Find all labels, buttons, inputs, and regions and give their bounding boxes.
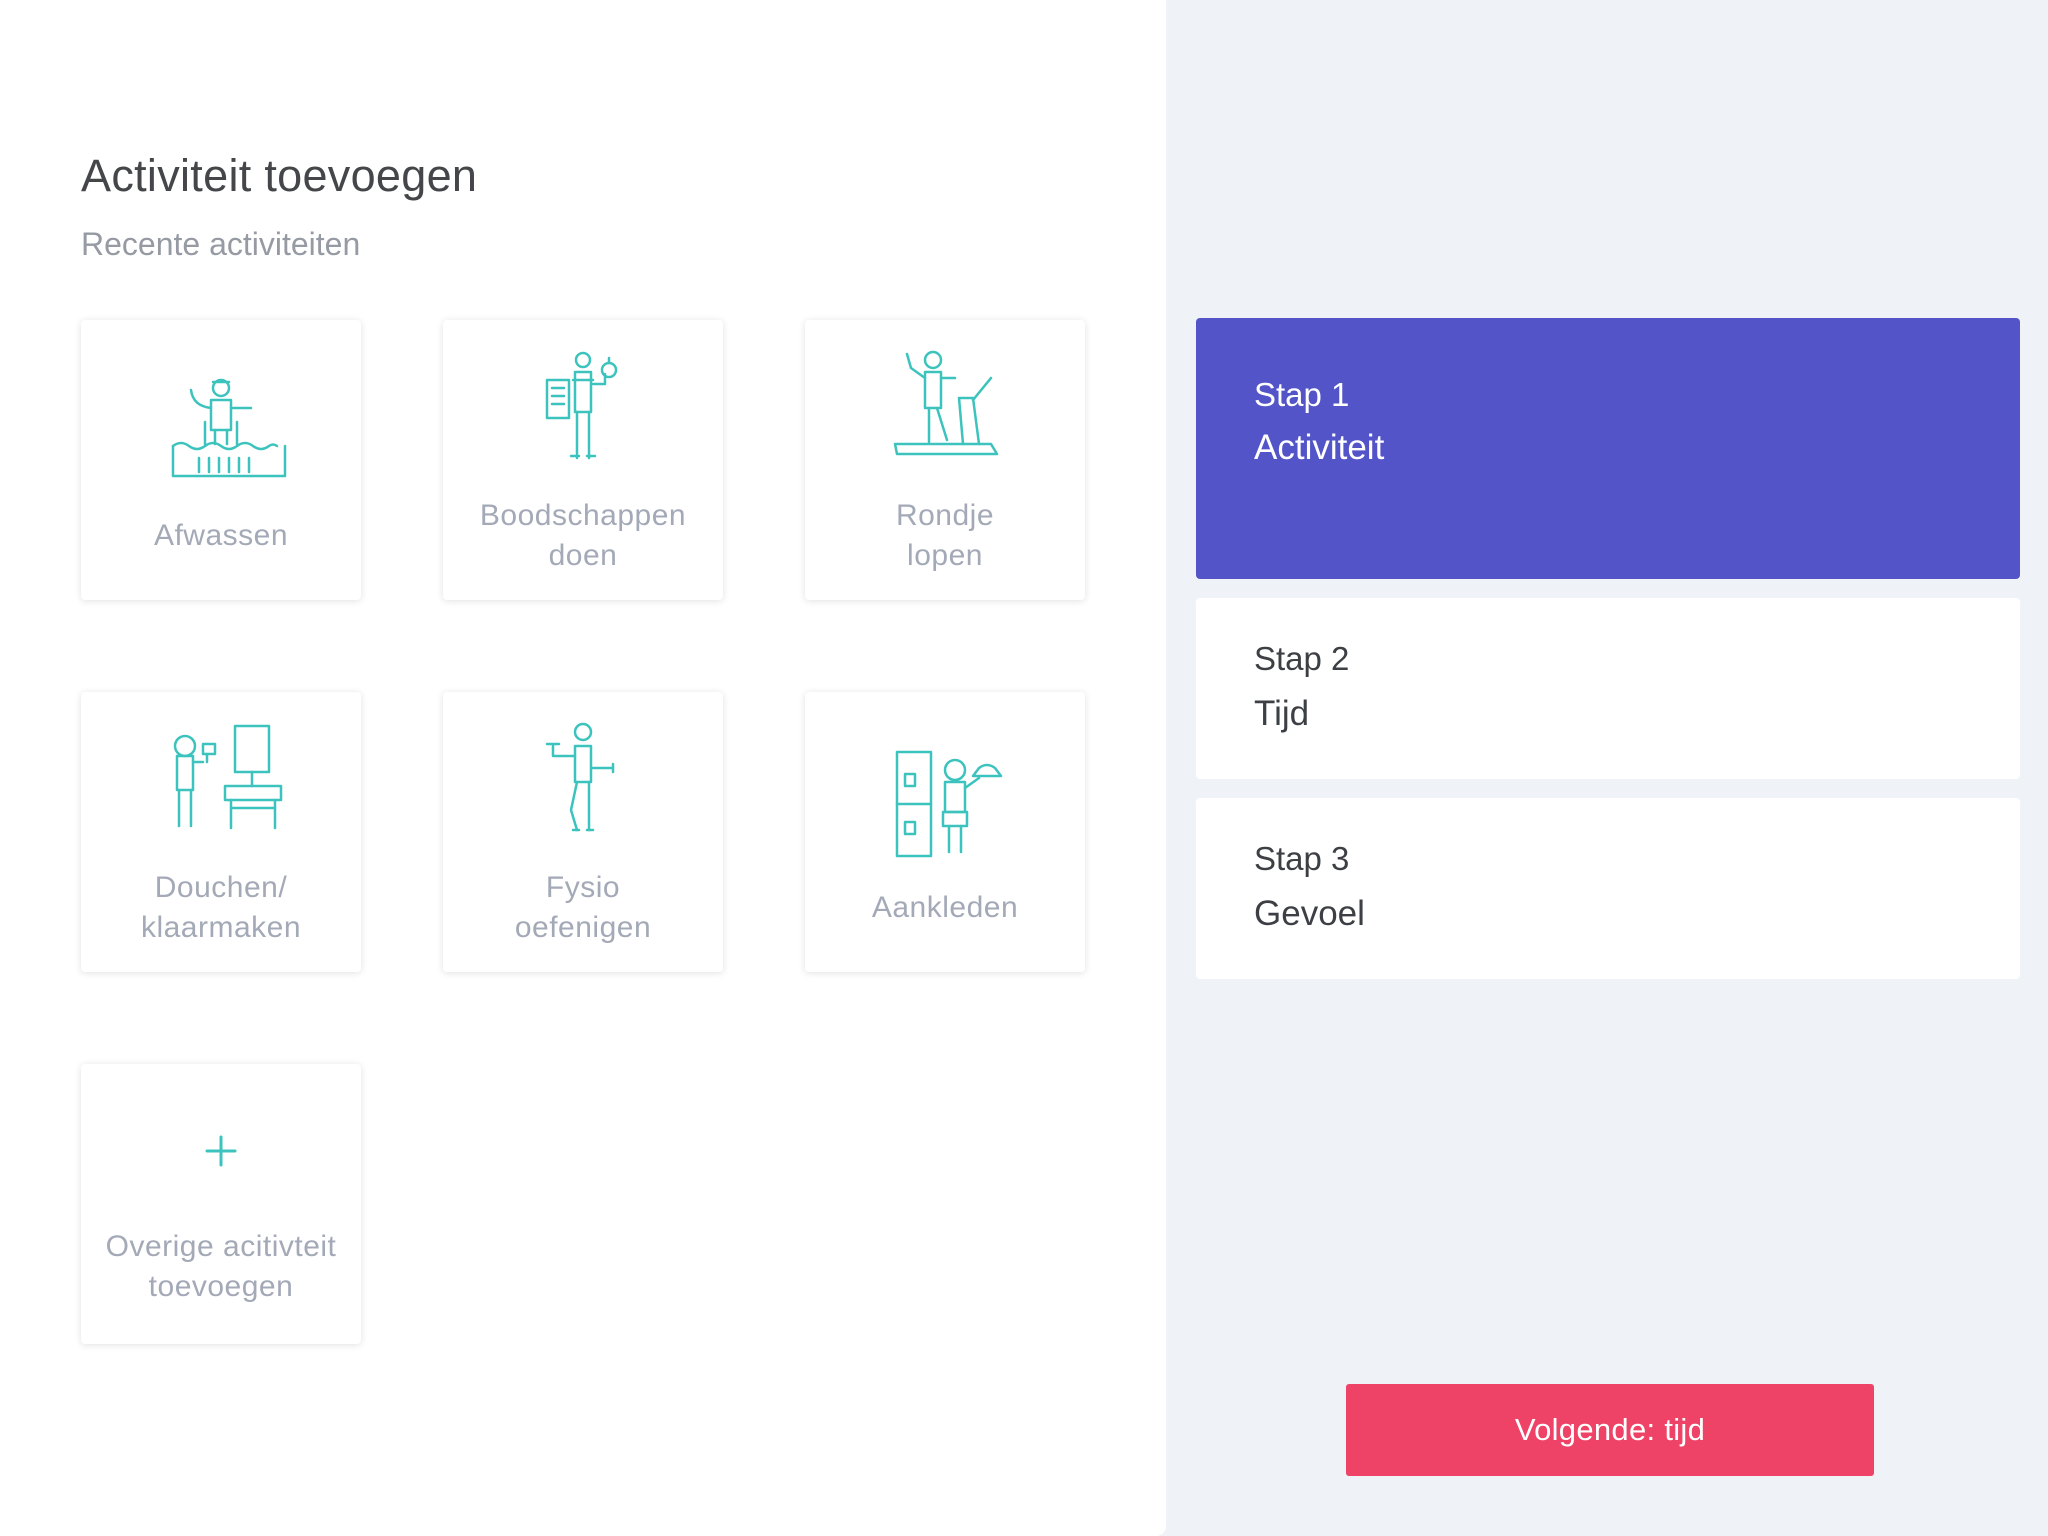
section-subtitle: Recente activiteiten (81, 226, 361, 262)
step-name: Activiteit (1254, 428, 1385, 467)
activity-label: Aankleden (871, 891, 1019, 924)
activity-tile-rondje-lopen[interactable]: Rondje lopen (805, 320, 1085, 600)
step-1-activiteit[interactable]: Stap 1 Activiteit (1196, 318, 2020, 579)
activity-panel: Activiteit toevoegen Recente activiteite… (0, 0, 1166, 1536)
next-time-button[interactable]: Volgende: tijd (1346, 1384, 1874, 1476)
activity-tile-douchen-klaarmaken[interactable]: Douchen/ klaarmaken (81, 692, 361, 972)
activity-label: Douchen/ klaarmaken (140, 871, 302, 944)
activity-label: Rondje lopen (895, 499, 995, 572)
page-title: Activiteit toevoegen (81, 150, 478, 201)
activity-label: Boodschappen doen (479, 499, 687, 572)
step-name: Tijd (1254, 694, 1310, 733)
activity-tile-afwassen[interactable]: Afwassen (81, 320, 361, 600)
physio-exercise-icon (513, 716, 653, 856)
step-number: Stap 3 (1254, 840, 1350, 877)
add-other-activity-tile[interactable]: Overige acitivteit toevoegen (81, 1064, 361, 1344)
step-3-gevoel[interactable]: Stap 3 Gevoel (1196, 798, 2020, 979)
activity-tile-boodschappen-doen[interactable]: Boodschappen doen (443, 320, 723, 600)
step-2-tijd[interactable]: Stap 2 Tijd (1196, 598, 2020, 779)
activity-label: Fysio oefenigen (514, 871, 652, 944)
dressing-icon (875, 736, 1015, 876)
step-number: Stap 1 (1254, 376, 1350, 413)
treadmill-walk-icon (875, 344, 1015, 484)
step-name: Gevoel (1254, 894, 1365, 933)
groceries-icon (513, 344, 653, 484)
activity-tile-fysio-oefenigen[interactable]: Fysio oefenigen (443, 692, 723, 972)
activity-tile-aankleden[interactable]: Aankleden (805, 692, 1085, 972)
shower-getting-ready-icon (151, 716, 291, 856)
activity-label: Afwassen (153, 519, 289, 552)
activity-label: Overige acitivteit toevoegen (105, 1230, 337, 1303)
step-number: Stap 2 (1254, 640, 1350, 677)
plus-icon (151, 1101, 291, 1201)
dishwashing-icon (151, 364, 291, 504)
